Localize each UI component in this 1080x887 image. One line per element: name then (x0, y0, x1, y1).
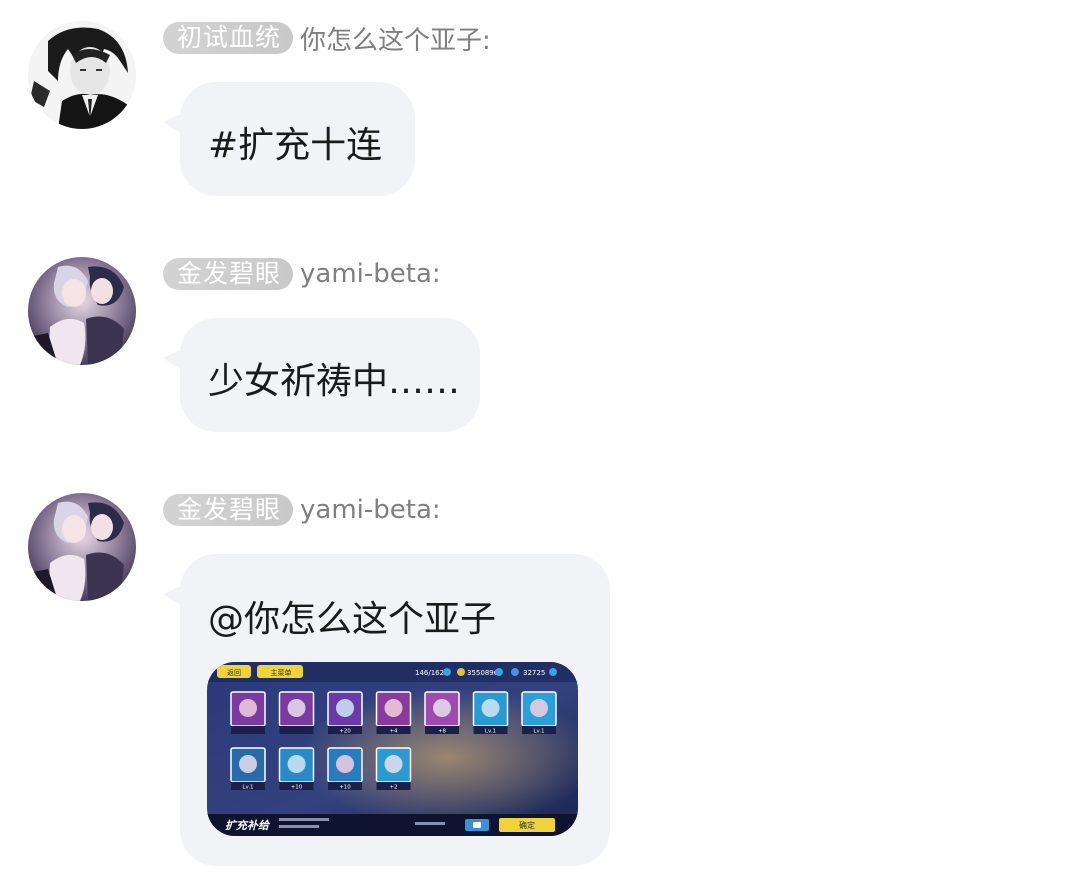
message-header: 金发碧眼 yami-beta: (163, 492, 441, 528)
attached-game-screenshot[interactable]: 返回 主菜单 146/162 3550896 32725 +20 +4 +8 Lv.1… (207, 662, 578, 836)
message-header: 初试血统 你怎么这个亚子: (163, 20, 491, 56)
avatar-boy-icon (28, 21, 136, 129)
reward-card-level: Lv.1 (533, 729, 544, 735)
avatar[interactable] (28, 21, 136, 129)
avatar-anime-girls-icon (28, 493, 136, 601)
banner-title: 扩充补给 (225, 819, 271, 832)
reward-card: +2 (375, 747, 412, 791)
reward-card: Lv.1 (230, 747, 266, 791)
reward-card-level: Lv.1 (242, 785, 253, 791)
avatar[interactable] (28, 257, 136, 365)
reward-card: +10 (278, 747, 315, 791)
crystals-value: 32725 (523, 669, 545, 677)
message-bubble[interactable]: 少女祈祷中…… (180, 318, 480, 432)
sender-name[interactable]: yami-beta: (300, 259, 441, 289)
message-bubble[interactable]: #扩充十连 (180, 82, 415, 196)
message-header: 金发碧眼 yami-beta: (163, 256, 441, 292)
sender-name[interactable]: yami-beta: (300, 495, 441, 525)
reward-card-level: +10 (339, 785, 351, 791)
game-screenshot-image: 返回 主菜单 146/162 3550896 32725 +20 +4 +8 Lv.1… (207, 662, 578, 836)
avatar-anime-girls-icon (28, 257, 136, 365)
confirm-button-label: 确定 (519, 820, 535, 830)
coins-value: 3550896 (467, 669, 499, 677)
reward-card: +20 (327, 691, 363, 735)
reward-card: +8 (424, 691, 460, 735)
reward-card-level: +20 (339, 729, 351, 735)
message-text: #扩充十连 (208, 125, 383, 166)
camera-icon (473, 822, 481, 828)
back-button-label: 返回 (227, 669, 241, 677)
member-title-badge: 金发碧眼 (163, 494, 294, 526)
avatar[interactable] (28, 493, 136, 601)
reward-card-level: +8 (438, 729, 447, 735)
stamina-value: 146/162 (415, 669, 444, 677)
reward-card: Lv.1 (472, 691, 509, 735)
reward-card (278, 691, 315, 734)
message-text: 少女祈祷中…… (208, 361, 461, 402)
reward-card: +10 (327, 747, 363, 791)
member-title-badge: 初试血统 (163, 22, 294, 54)
reward-card-level: Lv.1 (485, 729, 496, 735)
home-button-label: 主菜单 (271, 668, 292, 677)
reward-card (230, 691, 266, 734)
sender-name[interactable]: 你怎么这个亚子: (300, 20, 491, 57)
reward-card-level: +2 (389, 785, 397, 791)
reward-card: Lv.1 (521, 691, 557, 735)
message-text: @你怎么这个亚子 (208, 599, 497, 640)
reward-card-level: +4 (389, 729, 398, 735)
message-bubble[interactable]: @你怎么这个亚子 返回 主菜单 146/162 3550896 32725 +2… (180, 554, 610, 866)
reward-card: +4 (375, 691, 412, 735)
member-title-badge: 金发碧眼 (163, 258, 294, 290)
reward-card-level: +10 (291, 785, 303, 791)
